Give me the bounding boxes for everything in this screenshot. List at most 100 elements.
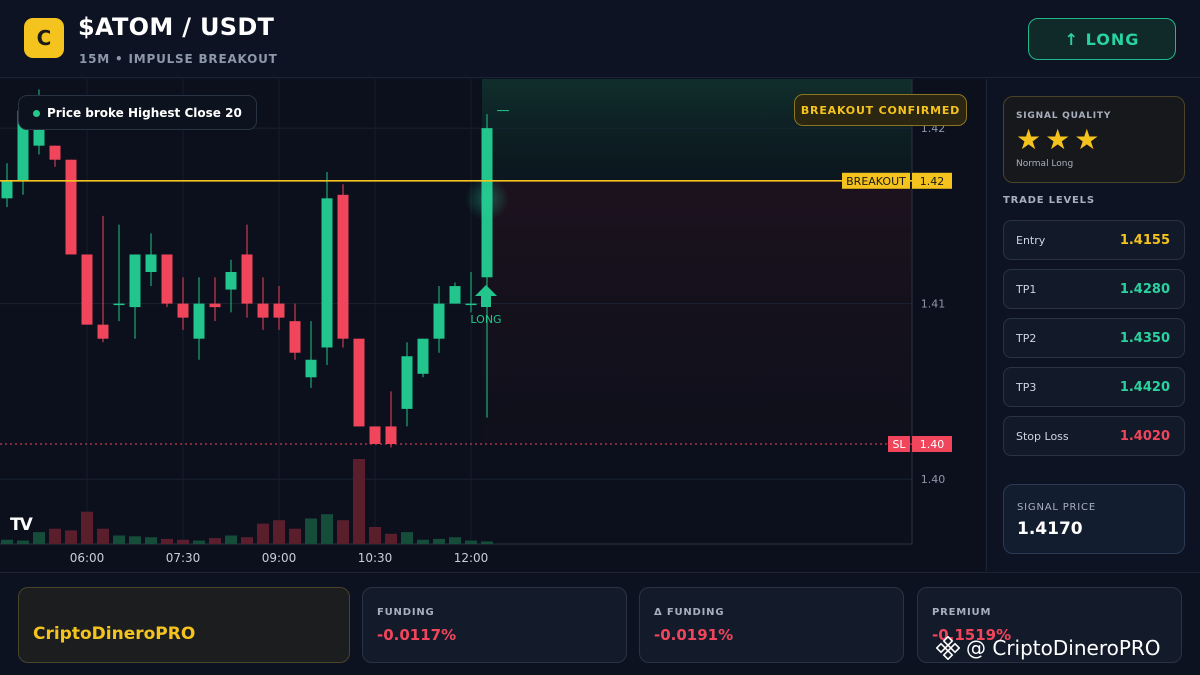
candle-body	[129, 254, 141, 308]
volume-bar	[401, 532, 413, 544]
stat-label: FUNDING	[377, 607, 435, 618]
time-tick-label: 10:30	[358, 551, 393, 565]
level-value: 1.4020	[1119, 429, 1170, 444]
watermark: @ CriptoDineroPRO	[936, 636, 1161, 660]
level-tp1: TP1 1.4280	[1003, 269, 1185, 309]
candle-body	[193, 303, 205, 339]
candle-body	[257, 303, 269, 318]
candle-body	[49, 145, 61, 160]
volume-bar	[209, 538, 221, 544]
level-label: Stop Loss	[1016, 430, 1069, 443]
volume-bar	[321, 514, 333, 544]
candle-body	[209, 303, 221, 308]
volume-bar	[225, 535, 237, 544]
signal-glow	[465, 176, 509, 221]
candle-body	[97, 324, 109, 339]
volume-bar	[369, 527, 381, 544]
candle-body	[273, 303, 285, 318]
volume-bar	[49, 528, 61, 544]
long-button[interactable]: ↑ LONG	[1028, 18, 1176, 60]
signal-panel: SIGNAL QUALITY ★★★ Normal Long TRADE LEV…	[986, 79, 1200, 571]
funding-card: FUNDING -0.0117%	[362, 587, 627, 663]
candle-body	[465, 303, 477, 306]
volume-bar	[1, 539, 13, 544]
volume-bar	[33, 532, 45, 544]
candle-body	[241, 254, 253, 304]
volume-bar	[17, 540, 29, 544]
volume-bar	[353, 459, 365, 544]
star-rating-icon: ★★★	[1016, 123, 1104, 156]
time-tick-label: 09:00	[262, 551, 297, 565]
volume-bar	[129, 536, 141, 544]
volume-bar	[337, 520, 349, 544]
status-dot-icon	[33, 110, 40, 117]
candle-body	[449, 286, 461, 304]
breakout-info-pill: Price broke Highest Close 20	[18, 95, 257, 130]
stat-label: PREMIUM	[932, 607, 992, 618]
volume-bar	[385, 533, 397, 544]
level-label: Entry	[1016, 234, 1046, 247]
volume-bar	[433, 538, 445, 544]
volume-bar	[241, 537, 253, 544]
candle-body	[161, 254, 173, 304]
candlestick-chart[interactable]: 1.401.411.421.42BREAKOUT1.42SL1.4006:000…	[0, 79, 985, 571]
candle-body	[385, 426, 397, 444]
candle-body	[433, 303, 445, 339]
volume-bar	[481, 541, 493, 544]
level-stop-loss: Stop Loss 1.4020	[1003, 416, 1185, 456]
volume-bar	[161, 538, 173, 544]
candle-body	[369, 426, 381, 444]
info-pill-text: Price broke Highest Close 20	[47, 105, 242, 120]
stat-label: Δ FUNDING	[654, 607, 725, 618]
level-value: 1.4280	[1119, 282, 1170, 297]
candle-body	[65, 159, 77, 255]
candle-body	[145, 254, 157, 273]
signal-price-label: SIGNAL PRICE	[1017, 502, 1096, 513]
signal-quality-sub: Normal Long	[1016, 159, 1074, 169]
volume-bar	[305, 518, 317, 544]
candle-body	[177, 303, 189, 318]
candle-body	[353, 338, 365, 427]
candle-body	[81, 254, 93, 325]
volume-bar	[65, 530, 77, 544]
volume-bar	[257, 523, 269, 544]
time-tick-label: 12:00	[454, 551, 489, 565]
volume-bar	[273, 520, 285, 544]
level-entry: Entry 1.4155	[1003, 220, 1185, 260]
level-label: TP3	[1016, 381, 1037, 394]
long-marker-label: LONG	[470, 313, 501, 326]
sl-label-tag: SL	[892, 438, 906, 451]
footer: CriptoDineroPRO FUNDING -0.0117% Δ FUNDI…	[0, 572, 1200, 675]
volume-bar	[417, 539, 429, 544]
candle-body	[305, 359, 317, 378]
signal-price-value: 1.4170	[1017, 519, 1083, 539]
candle-body	[417, 338, 429, 374]
candle-body	[1, 180, 13, 199]
delta-funding-card: Δ FUNDING -0.0191%	[639, 587, 904, 663]
volume-bar	[193, 540, 205, 544]
signal-quality-card: SIGNAL QUALITY ★★★ Normal Long	[1003, 96, 1185, 183]
level-tp3: TP3 1.4420	[1003, 367, 1185, 407]
breakout-label-tag: BREAKOUT	[846, 175, 906, 188]
volume-bar	[81, 511, 93, 544]
volume-bar	[97, 528, 109, 544]
pair-title: $ATOM / USDT	[78, 13, 275, 41]
level-value: 1.4155	[1119, 233, 1170, 248]
stat-value: -0.0191%	[654, 626, 734, 644]
timeframe-subtitle: 15M • IMPULSE BREAKOUT	[79, 52, 278, 66]
tradingview-logo-icon: TV	[10, 515, 33, 535]
volume-bar	[177, 539, 189, 544]
brand-name: CriptoDineroPRO	[33, 624, 196, 644]
header: C $ATOM / USDT 15M • IMPULSE BREAKOUT ↑ …	[0, 0, 1200, 78]
candle-body	[113, 303, 125, 306]
time-tick-label: 07:30	[166, 551, 201, 565]
level-label: TP1	[1016, 283, 1037, 296]
price-tick-label: 1.41	[921, 298, 946, 311]
watermark-text: @ CriptoDineroPRO	[966, 636, 1161, 660]
candle-body	[401, 356, 413, 409]
volume-bar	[145, 537, 157, 544]
candle-body	[225, 272, 237, 290]
chart-area[interactable]: 1.401.411.421.42BREAKOUT1.42SL1.4006:000…	[0, 79, 985, 571]
level-value: 1.4420	[1119, 380, 1170, 395]
level-label: TP2	[1016, 332, 1037, 345]
